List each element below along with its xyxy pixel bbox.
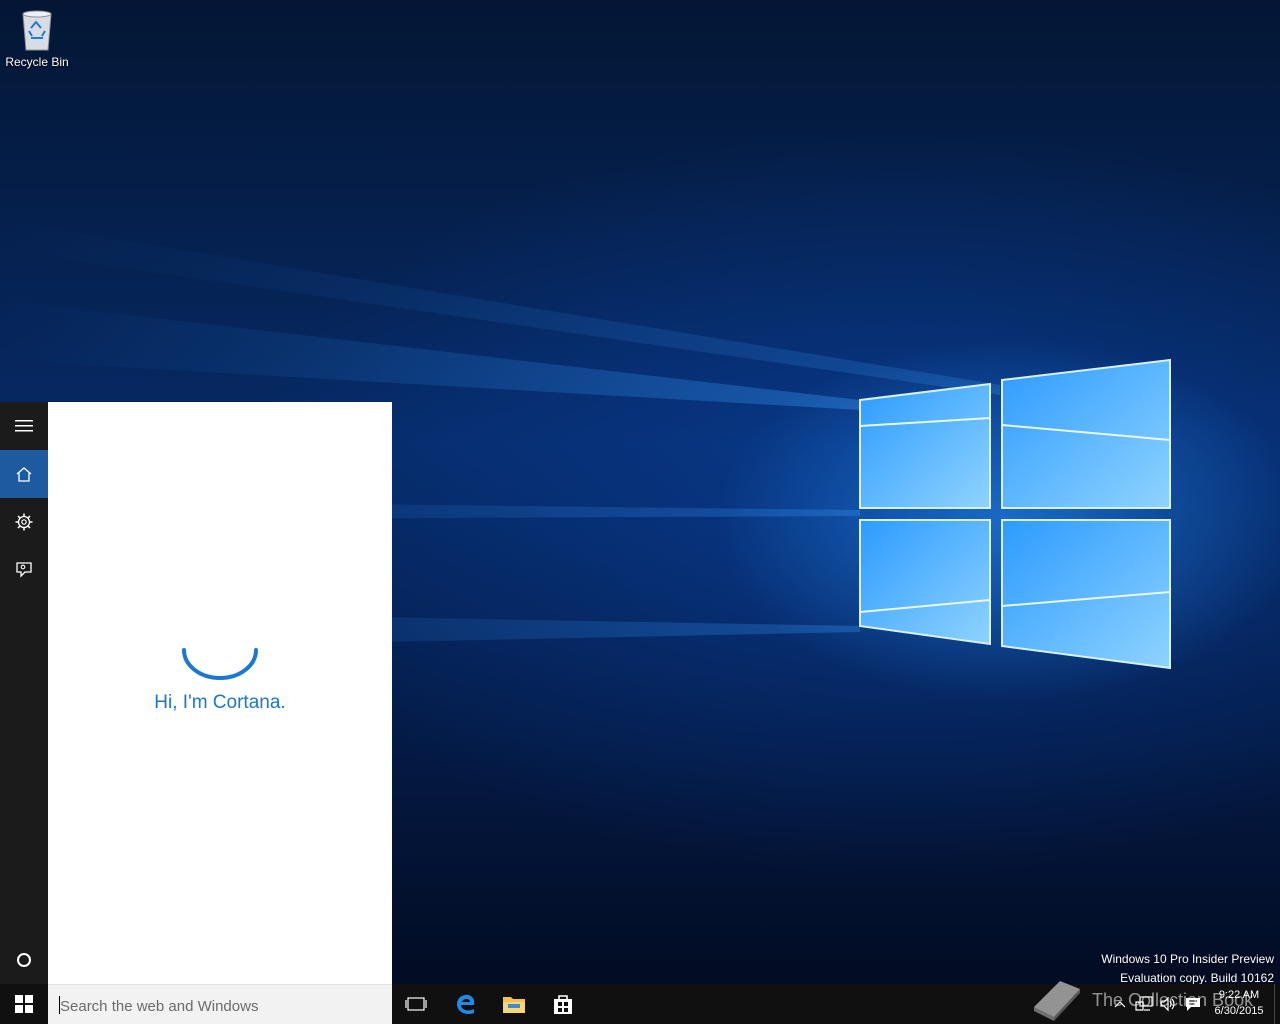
store-button[interactable] <box>539 984 587 1024</box>
task-view-button[interactable] <box>392 984 440 1024</box>
edge-icon <box>457 994 475 1014</box>
watermark-line-1: Windows 10 Pro Insider Preview <box>1101 952 1274 966</box>
cortana-greeting: Hi, I'm Cortana. <box>154 692 286 713</box>
recycle-bin-icon <box>22 10 52 51</box>
cortana-panel: Hi, I'm Cortana. <box>48 402 392 984</box>
feedback-button[interactable] <box>0 546 48 594</box>
cortana-loading-smile-icon <box>182 648 258 680</box>
home-icon <box>16 467 32 482</box>
home-button[interactable] <box>0 450 48 498</box>
folder-icon <box>503 997 525 1013</box>
search-input[interactable] <box>58 994 382 1018</box>
windows-logo-icon <box>15 995 33 1013</box>
start-button[interactable] <box>0 984 48 1024</box>
task-view-icon <box>405 997 427 1011</box>
store-icon <box>554 995 572 1014</box>
cortana-circle-icon <box>17 953 31 967</box>
recycle-bin-shortcut[interactable]: Recycle Bin <box>4 6 70 69</box>
gear-icon <box>15 513 33 531</box>
brand-overlay: The Collection Book <box>1030 976 1253 1024</box>
cortana-nav-rail <box>0 402 48 984</box>
cortana-button[interactable] <box>0 936 48 984</box>
show-desktop-button[interactable] <box>1274 984 1280 1024</box>
text-caret <box>59 996 60 1014</box>
hamburger-menu-button[interactable] <box>0 402 48 450</box>
notebook-settings-button[interactable] <box>0 498 48 546</box>
brand-text: The Collection Book <box>1092 989 1254 1010</box>
hamburger-icon <box>15 420 33 432</box>
recycle-bin-label: Recycle Bin <box>5 55 69 69</box>
file-explorer-button[interactable] <box>490 984 538 1024</box>
edge-button[interactable] <box>442 984 490 1024</box>
taskbar-search-box[interactable] <box>48 984 392 1024</box>
feedback-icon <box>16 562 32 578</box>
book-logo-icon <box>1034 981 1080 1021</box>
